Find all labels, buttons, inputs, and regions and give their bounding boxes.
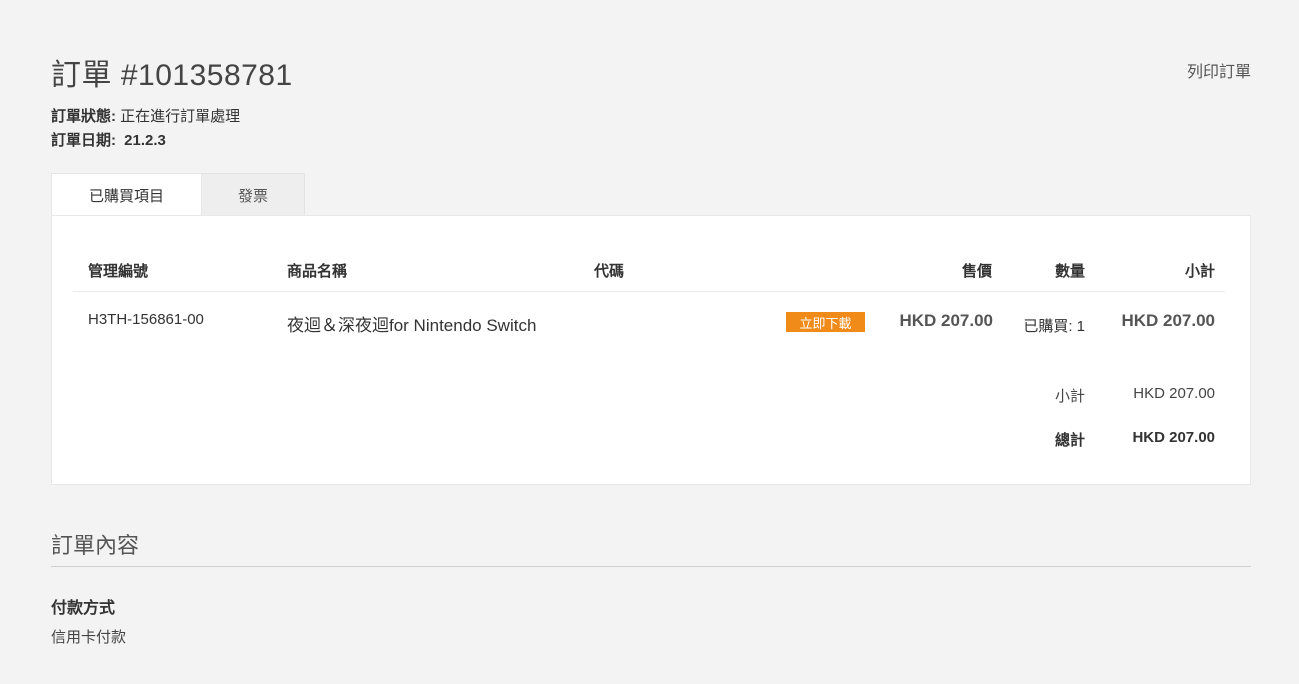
order-date-value: 21.2.3	[124, 132, 166, 149]
page-title: 訂單 #101358781	[51, 59, 293, 92]
section-divider	[51, 566, 1251, 567]
payment-method-label: 付款方式	[51, 600, 116, 617]
item-subtotal: HKD 207.00	[1121, 311, 1215, 330]
item-price: HKD 207.00	[899, 311, 993, 330]
order-page: 訂單 #101358781 列印訂單 訂單狀態: 正在進行訂單處理 訂單日期: …	[0, 0, 1299, 684]
items-panel: 管理編號 商品名稱 代碼 售價 數量 小計 H3TH-156861-00 夜迴＆…	[51, 215, 1251, 485]
subtotal-label: 小計	[1054, 388, 1085, 405]
header-divider	[73, 291, 1225, 292]
payment-method-value: 信用卡付款	[51, 629, 127, 646]
tab-invoice[interactable]: 發票	[202, 173, 305, 216]
order-status-value: 正在進行訂單處理	[120, 108, 241, 125]
column-header-price: 售價	[961, 263, 992, 280]
order-status: 訂單狀態: 正在進行訂單處理	[51, 105, 240, 129]
item-sku: H3TH-156861-00	[88, 311, 204, 328]
column-header-qty: 數量	[1054, 263, 1085, 280]
item-name: 夜迴＆深夜迴for Nintendo Switch	[287, 316, 537, 335]
grand-total-label: 總計	[1054, 432, 1085, 449]
print-order-link[interactable]: 列印訂單	[1187, 58, 1251, 82]
item-quantity: 已購買: 1	[1023, 318, 1085, 335]
order-date: 訂單日期: 21.2.3	[51, 129, 240, 153]
column-header-sku: 管理編號	[88, 263, 149, 280]
column-header-code: 代碼	[594, 263, 625, 280]
tab-purchased-items[interactable]: 已購買項目	[51, 173, 202, 216]
subtotal-value: HKD 207.00	[1133, 385, 1215, 402]
order-status-label: 訂單狀態:	[51, 108, 116, 125]
order-meta: 訂單狀態: 正在進行訂單處理 訂單日期: 21.2.3	[51, 105, 240, 153]
download-now-button[interactable]: 立即下載	[786, 312, 865, 332]
order-date-label: 訂單日期:	[51, 132, 116, 149]
grand-total-value: HKD 207.00	[1132, 429, 1215, 446]
order-tabs: 已購買項目 發票	[51, 173, 305, 216]
column-header-name: 商品名稱	[287, 263, 348, 280]
order-info-title: 訂單內容	[51, 533, 140, 558]
column-header-subtotal: 小計	[1184, 263, 1215, 280]
